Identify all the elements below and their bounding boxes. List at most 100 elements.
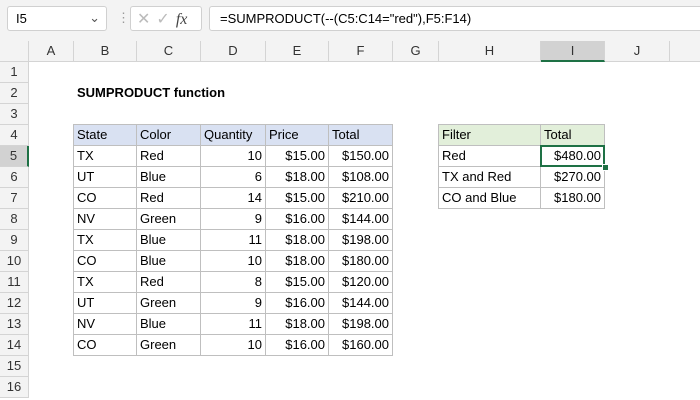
table-cell[interactable]: Red [136,271,201,293]
table-cell[interactable]: Green [136,292,201,314]
function-icon[interactable]: fx [176,11,188,28]
column-header-A[interactable]: A [29,41,74,62]
column-header-E[interactable]: E [266,41,329,62]
table-cell[interactable]: Blue [136,229,201,251]
table-cell[interactable]: $144.00 [328,292,393,314]
table-cell[interactable]: UT [73,166,137,188]
row-header-8[interactable]: 8 [0,209,29,230]
table-cell[interactable]: $108.00 [328,166,393,188]
row-header-14[interactable]: 14 [0,335,29,356]
table-cell[interactable]: Blue [136,250,201,272]
table-cell[interactable]: $15.00 [265,145,329,167]
fill-handle[interactable] [602,164,609,171]
table-cell[interactable]: 10 [200,334,266,356]
formula-input[interactable]: =SUMPRODUCT(--(C5:C14="red"),F5:F14) [209,6,700,31]
table-cell[interactable]: $150.00 [328,145,393,167]
table-header-cell[interactable]: State [73,124,137,146]
table-cell[interactable]: $120.00 [328,271,393,293]
table-cell[interactable]: CO [73,334,137,356]
table-cell[interactable]: 6 [200,166,266,188]
table-cell[interactable]: Red [136,187,201,209]
table-cell[interactable]: 11 [200,229,266,251]
row-header-10[interactable]: 10 [0,251,29,272]
table-cell[interactable]: $18.00 [265,229,329,251]
row-header-6[interactable]: 6 [0,167,29,188]
column-header-C[interactable]: C [137,41,201,62]
check-icon[interactable]: ✓ [156,11,175,28]
table-cell[interactable]: $198.00 [328,313,393,335]
table-header-cell[interactable]: Color [136,124,201,146]
active-cell[interactable]: $480.00 [540,145,605,167]
table-cell[interactable]: NV [73,208,137,230]
table-cell[interactable]: $15.00 [265,271,329,293]
table-cell[interactable]: $18.00 [265,313,329,335]
row-header-1[interactable]: 1 [0,62,29,83]
sheet-title[interactable]: SUMPRODUCT function [74,83,228,104]
table-cell[interactable]: 11 [200,313,266,335]
table-header-cell[interactable]: Quantity [200,124,266,146]
table-cell[interactable]: $160.00 [328,334,393,356]
name-box[interactable]: I5 ⌄ [7,6,107,31]
table-cell[interactable]: $16.00 [265,334,329,356]
summary-cell[interactable]: $270.00 [540,166,605,188]
chevron-down-icon[interactable]: ⌄ [89,10,100,26]
table-cell[interactable]: $210.00 [328,187,393,209]
table-cell[interactable]: $144.00 [328,208,393,230]
summary-cell[interactable]: Red [438,145,541,167]
row-header-7[interactable]: 7 [0,188,29,209]
table-cell[interactable]: TX [73,271,137,293]
table-cell[interactable]: $16.00 [265,292,329,314]
summary-header-cell[interactable]: Total [540,124,605,146]
row-header-4[interactable]: 4 [0,125,29,146]
row-header-5[interactable]: 5 [0,146,29,167]
table-cell[interactable]: Green [136,334,201,356]
close-icon[interactable]: ✕ [137,11,156,28]
table-cell[interactable]: 9 [200,292,266,314]
table-cell[interactable]: Red [136,145,201,167]
row-header-2[interactable]: 2 [0,83,29,104]
row-header-13[interactable]: 13 [0,314,29,335]
table-cell[interactable]: Blue [136,313,201,335]
table-cell[interactable]: $180.00 [328,250,393,272]
table-header-cell[interactable]: Price [265,124,329,146]
table-cell[interactable]: $16.00 [265,208,329,230]
summary-header-cell[interactable]: Filter [438,124,541,146]
table-cell[interactable]: 9 [200,208,266,230]
table-cell[interactable]: Blue [136,166,201,188]
column-header-J[interactable]: J [605,41,670,62]
column-header-H[interactable]: H [439,41,541,62]
column-header-G[interactable]: G [393,41,439,62]
column-header-D[interactable]: D [201,41,266,62]
table-cell[interactable]: Green [136,208,201,230]
column-header-F[interactable]: F [329,41,393,62]
table-cell[interactable]: $18.00 [265,166,329,188]
select-all-button[interactable] [0,41,29,62]
summary-cell[interactable]: TX and Red [438,166,541,188]
column-header-K[interactable] [670,41,700,62]
table-cell[interactable]: 14 [200,187,266,209]
table-cell[interactable]: 8 [200,271,266,293]
column-header-I[interactable]: I [541,41,605,62]
row-header-11[interactable]: 11 [0,272,29,293]
row-header-3[interactable]: 3 [0,104,29,125]
table-cell[interactable]: NV [73,313,137,335]
row-header-12[interactable]: 12 [0,293,29,314]
table-cell[interactable]: $18.00 [265,250,329,272]
table-header-cell[interactable]: Total [328,124,393,146]
summary-cell[interactable]: CO and Blue [438,187,541,209]
row-header-9[interactable]: 9 [0,230,29,251]
table-cell[interactable]: 10 [200,250,266,272]
table-cell[interactable]: $198.00 [328,229,393,251]
name-box-value: I5 [16,11,27,26]
row-header-15[interactable]: 15 [0,356,29,377]
table-cell[interactable]: 10 [200,145,266,167]
table-cell[interactable]: UT [73,292,137,314]
summary-cell[interactable]: $180.00 [540,187,605,209]
table-cell[interactable]: TX [73,145,137,167]
table-cell[interactable]: TX [73,229,137,251]
table-cell[interactable]: CO [73,187,137,209]
row-header-16[interactable]: 16 [0,377,29,398]
table-cell[interactable]: CO [73,250,137,272]
column-header-B[interactable]: B [74,41,137,62]
table-cell[interactable]: $15.00 [265,187,329,209]
